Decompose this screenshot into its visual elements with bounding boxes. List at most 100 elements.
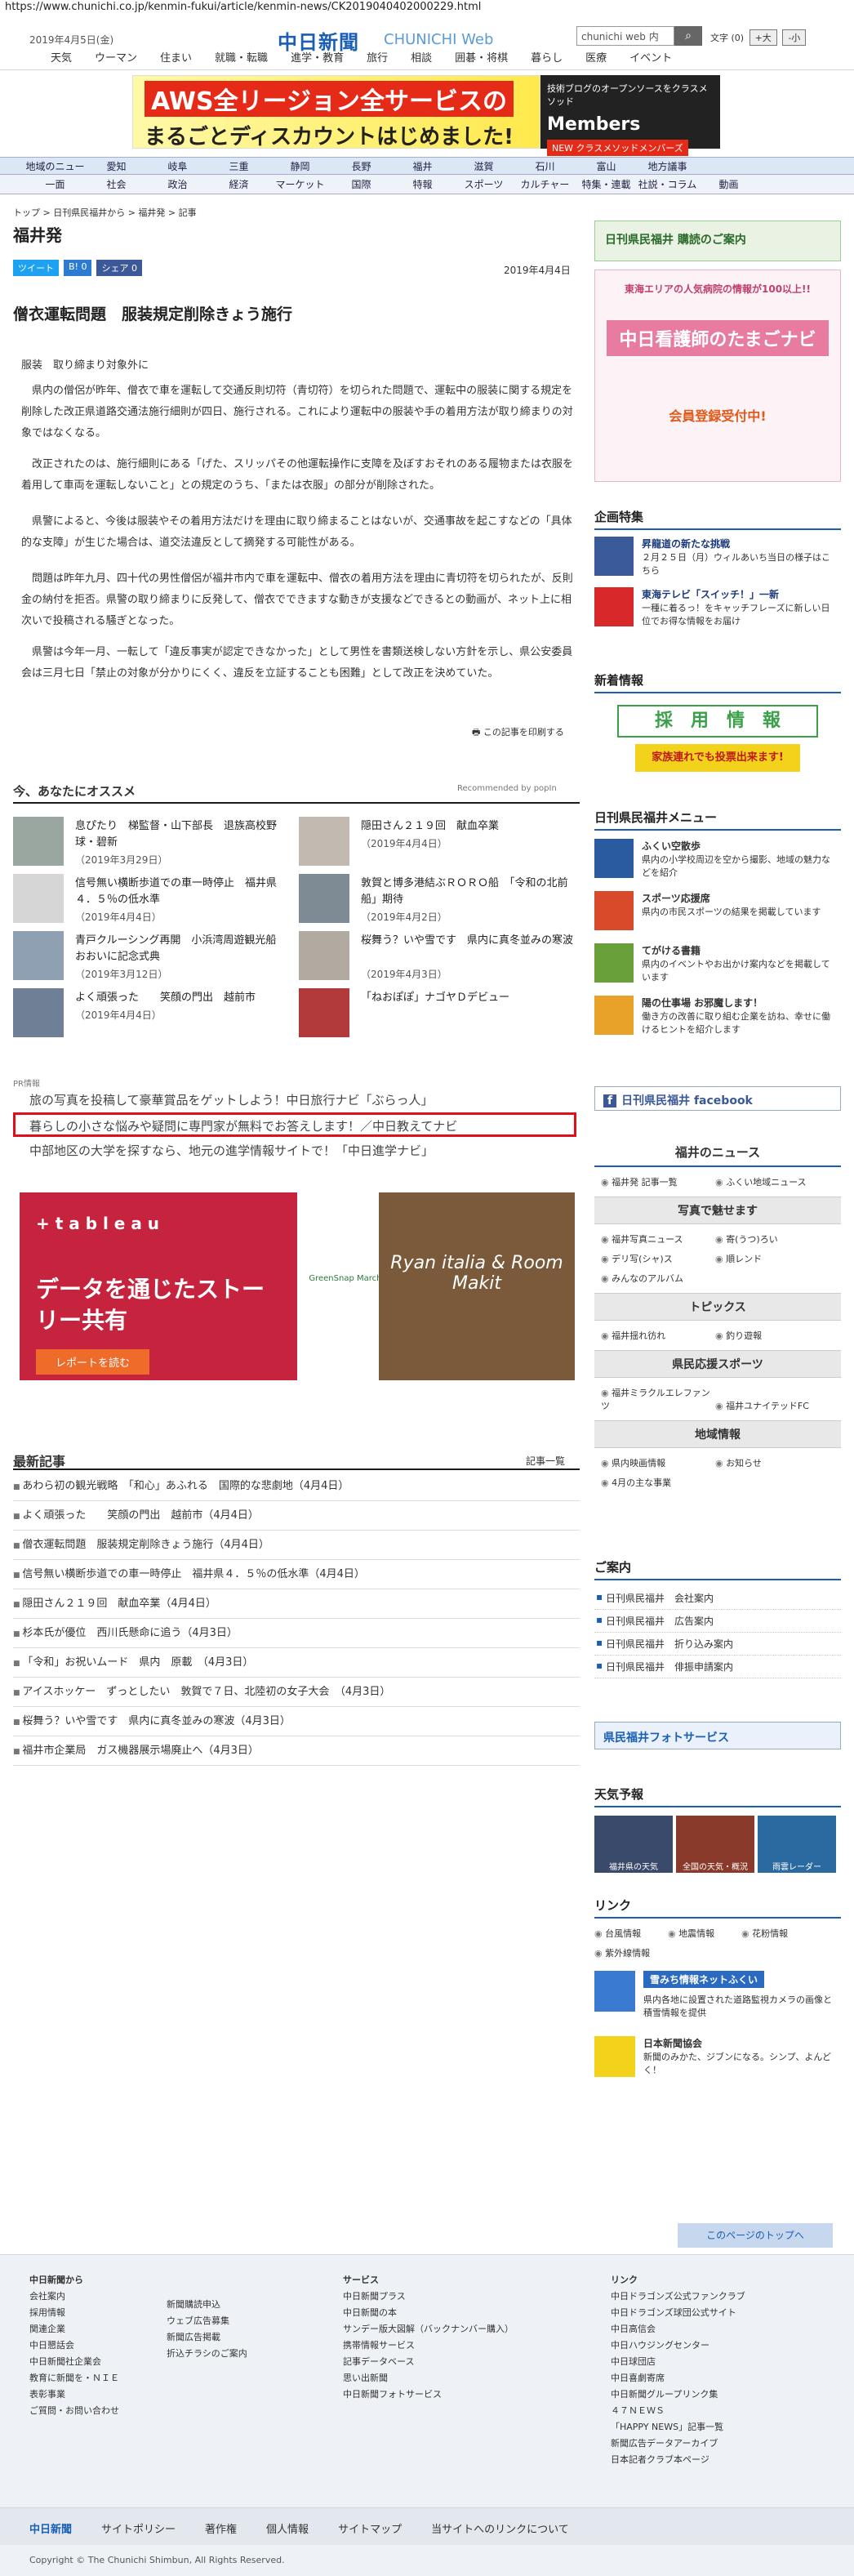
category-nav-item[interactable]: 国際	[331, 175, 392, 194]
category-nav-item[interactable]: マーケット	[269, 175, 331, 194]
region-nav-item[interactable]: 富山	[576, 158, 637, 174]
region-nav-item[interactable]: 静岡	[269, 158, 331, 174]
region-nav-item[interactable]: 長野	[331, 158, 392, 174]
print-link[interactable]: 🖶 この記事を印刷する	[472, 725, 564, 741]
latest-item[interactable]: あわら初の観光戦略 「和心」あふれる 国際的な悲劇地（4月4日）	[13, 1472, 580, 1501]
address-bar[interactable]: https://www.chunichi.co.jp/kenmin-fukui/…	[0, 0, 854, 15]
category-nav-item[interactable]: スポーツ	[453, 175, 514, 194]
footer-link[interactable]: 教育に新聞を・ＮＩＥ	[29, 2370, 193, 2387]
weather-tile[interactable]: 福井県の天気	[594, 1816, 673, 1873]
search-icon[interactable]: ⌕	[674, 26, 702, 46]
facebook-banner[interactable]: f 日刊県民福井 facebook	[594, 1086, 841, 1111]
recommend-by[interactable]: Recommended by popIn	[457, 784, 557, 793]
global-nav-item[interactable]: ウーマン	[83, 49, 149, 65]
nurse-ad[interactable]: 東海エリアの人気病院の情報が100以上!! 中日看護師のたまごナビ 会員登録受付…	[594, 270, 841, 482]
category-nav-item[interactable]: カルチャー	[514, 175, 576, 194]
footer-link[interactable]: 中日喜劇寄席	[611, 2370, 823, 2387]
topics-link[interactable]: 福井揺れ彷れ	[601, 1326, 715, 1345]
category-nav-item[interactable]: 特集・連載	[576, 175, 637, 194]
footer-link[interactable]: 新聞広告データアーカイブ	[611, 2436, 823, 2452]
photo-link[interactable]: みんなのアルバム	[601, 1268, 715, 1288]
sports-link[interactable]: 福井ユナイテッドFC	[715, 1396, 830, 1415]
photo-link[interactable]: 順レンド	[715, 1249, 830, 1268]
search-input[interactable]: chunichi web 内	[576, 26, 674, 46]
members-ad[interactable]: 技術ブログのオープンソースをクラスメソッド Members NEW クラスメソッ…	[540, 75, 720, 156]
region-nav-item[interactable]: 福井	[392, 158, 453, 174]
global-nav-item[interactable]: 進学・教育	[279, 49, 355, 65]
recommend-item[interactable]: 「ねおぽぽ」ナゴヤＤデビュー	[299, 988, 576, 1042]
subscribe-banner[interactable]: 日刊県民福井 購読のご案内	[594, 221, 841, 261]
recommend-item[interactable]: 桜舞う？いや雪です 県内に真冬並みの寒波 （2019年4月3日）	[299, 931, 576, 985]
sports-link[interactable]: 福井ミラクルエレファンツ	[601, 1383, 715, 1415]
latest-item[interactable]: アイスホッケー ずっとしたい 敦賀で７日、北陸初の女子大会 （4月3日）	[13, 1678, 580, 1707]
global-nav-item[interactable]: 天気	[39, 49, 83, 65]
category-nav-item[interactable]: 動画	[698, 175, 759, 194]
recruit-sub-banner[interactable]: 家族連れでも投票出来ます!	[635, 744, 800, 772]
pr-link[interactable]: 中部地区の大学を探すなら、地元の進学情報サイトで！「中日進学ナビ」	[29, 1142, 434, 1159]
facebook-share-button[interactable]: シェア 0	[96, 260, 142, 276]
latest-item[interactable]: 隠田さん２１９回 献血卒業（4月4日）	[13, 1589, 580, 1619]
latest-item[interactable]: よく頑張った 笑顔の門出 越前市（4月4日）	[13, 1501, 580, 1531]
region-nav-item[interactable]: 地域のニュース	[24, 158, 86, 190]
latest-item[interactable]: 信号無い横断歩道での車一時停止 福井県４．５％の低水準（4月4日）	[13, 1560, 580, 1589]
photo-link[interactable]: 福井写真ニュース	[601, 1229, 715, 1249]
greensnap-ad[interactable]: GreenSnap Marche	[307, 1192, 389, 1380]
footer-link[interactable]: 携帯情報サービス	[343, 2338, 555, 2354]
kikaku-item[interactable]: 東海テレビ「スイッチ！」一新 一種に着るっ！をキャッチフレーズに新しい日位でお得…	[594, 587, 841, 638]
global-nav-item[interactable]: 就職・転職	[203, 49, 279, 65]
latest-more-link[interactable]: 記事一覧	[526, 1454, 565, 1468]
guide-link[interactable]: 日刊県民福井 会社案内	[594, 1587, 841, 1610]
font-size-plus-button[interactable]: +大	[749, 29, 777, 46]
category-nav-item[interactable]: 一面	[24, 175, 86, 194]
region-link[interactable]: 4月の主な事業	[601, 1473, 715, 1492]
footer-link[interactable]: ４７ＮＥＷＳ	[611, 2403, 823, 2419]
recommend-item[interactable]: 息ぴたり 梯監督・山下部長 退族高校野球・碧新 （2019年3月29日）	[13, 817, 291, 871]
footer-link[interactable]: 記事データベース	[343, 2354, 555, 2370]
font-size-minus-button[interactable]: -小	[782, 29, 807, 46]
link-item[interactable]: 地震情報	[668, 1923, 741, 1943]
menu-item[interactable]: 陽の仕事場 お邪魔します！ 働き方の改善に取り組む企業を訪ね、幸せに働けるヒント…	[594, 996, 841, 1048]
footer-link[interactable]: サンデー版大図解（バックナンバー購入）	[343, 2321, 555, 2338]
photo-link[interactable]: 寄(うつ)ろい	[715, 1229, 830, 1249]
fukui-news-link[interactable]: 福井発 記事一覧	[601, 1172, 715, 1192]
region-link[interactable]: お知らせ	[715, 1453, 830, 1473]
guide-link[interactable]: 日刊県民福井 広告案内	[594, 1610, 841, 1633]
region-nav-item[interactable]: 岐阜	[147, 158, 208, 174]
menu-item[interactable]: ふくい空散歩 県内の小学校周辺を空から撮影、地域の魅力などを紹介	[594, 839, 841, 891]
topics-link[interactable]: 釣り遊報	[715, 1326, 830, 1345]
footer-link[interactable]: 日本記者クラブ本ページ	[611, 2452, 823, 2468]
category-nav-item[interactable]: 特報	[392, 175, 453, 194]
global-nav-item[interactable]: 囲碁・将棋	[443, 49, 519, 65]
tableau-ad[interactable]: + t a b l e a u データを通じたストーリー共有 レポートを読む	[20, 1192, 297, 1380]
room-ad[interactable]: Ryan italia & Room Makit	[379, 1192, 575, 1380]
site-logo-sub[interactable]: CHUNICHI Web	[384, 31, 493, 48]
footer-bar-link[interactable]: サイトマップ	[338, 2520, 402, 2536]
recommend-item[interactable]: 青戸クルーシング再開 小浜湾周遊観光船 おおいに記念式典 （2019年3月12日）	[13, 931, 291, 985]
region-nav-item[interactable]: 石川	[514, 158, 576, 174]
footer-link[interactable]: 中日高信会	[611, 2321, 823, 2338]
pr-link[interactable]: 旅の写真を投稿して豪華賞品をゲットしよう！中日旅行ナビ「ぶらっ人」	[29, 1091, 434, 1108]
recommend-item[interactable]: 信号無い横断歩道での車一時停止 福井県４．５％の低水準 （2019年4月4日）	[13, 874, 291, 928]
footer-link[interactable]: 中日球団店	[611, 2354, 823, 2370]
footer-link[interactable]: 新聞購読申込	[167, 2297, 330, 2313]
footer-bar-link[interactable]: 当サイトへのリンクについて	[431, 2520, 569, 2536]
category-nav-item[interactable]: 社説・コラム	[637, 175, 698, 194]
category-nav-item[interactable]: 社会	[86, 175, 147, 194]
global-nav-item[interactable]: 相談	[399, 49, 443, 65]
footer-link[interactable]: 中日新聞フォトサービス	[343, 2387, 555, 2403]
top-ad-banner[interactable]: AWS全リージョン全サービスの まるごとディスカウントはじめました! 技術ブログ…	[132, 75, 720, 156]
footer-link[interactable]: 表彰事業	[29, 2387, 193, 2403]
tweet-button[interactable]: ツイート	[13, 260, 59, 276]
footer-link[interactable]: 中日新聞グループリンク集	[611, 2387, 823, 2403]
road-info-link[interactable]: 雪みち情報ネットふくい 県内各地に設置された道路監視カメラの画像と積雪情報を提供	[594, 1971, 841, 2036]
region-nav-item[interactable]: 地方議事	[637, 158, 698, 174]
guide-link[interactable]: 日刊県民福井 俳振申請案内	[594, 1656, 841, 1678]
footer-bar-link[interactable]: 著作権	[205, 2520, 237, 2536]
global-nav-item[interactable]: 住まい	[149, 49, 203, 65]
footer-link[interactable]: 中日ハウジングセンター	[611, 2338, 823, 2354]
footer-logo[interactable]: 中日新聞	[29, 2520, 72, 2536]
weather-tile[interactable]: 雨雲レーダー	[758, 1816, 836, 1873]
breadcrumb[interactable]: トップ > 日刊県民福井から > 福井発 > 記事	[13, 206, 197, 219]
guide-link[interactable]: 日刊県民福井 折り込み案内	[594, 1633, 841, 1656]
menu-item[interactable]: スポーツ応援席 県内の市民スポーツの結果を掲載しています	[594, 891, 841, 943]
